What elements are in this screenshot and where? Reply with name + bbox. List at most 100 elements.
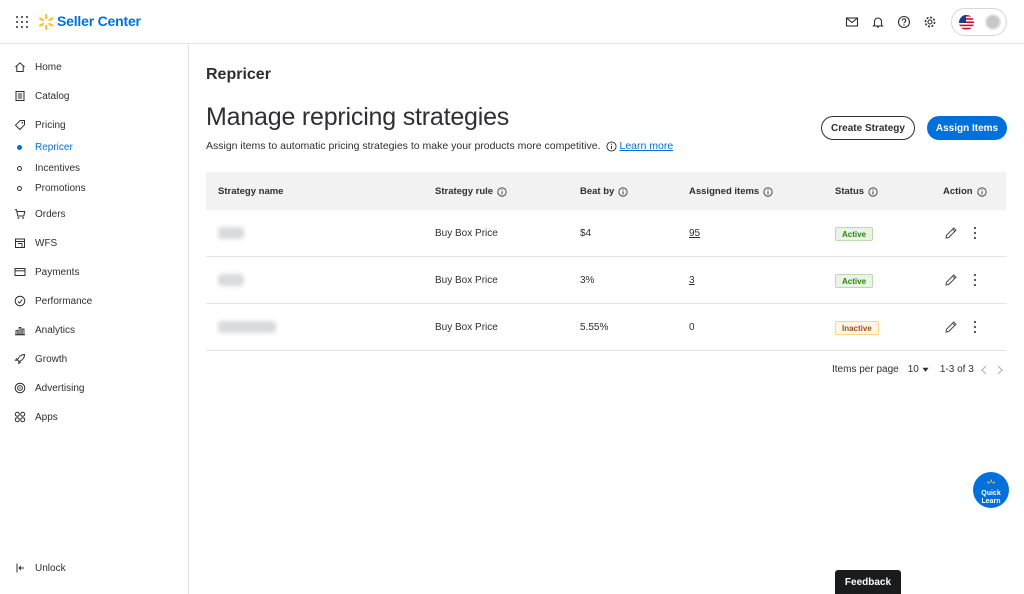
brand-name[interactable]: Seller Center bbox=[57, 13, 141, 29]
sidebar-subitem-label: Incentives bbox=[35, 162, 81, 174]
us-flag-icon bbox=[959, 15, 974, 30]
target-icon bbox=[14, 382, 26, 394]
strategies-table: Strategy name Strategy rule Beat by Assi… bbox=[206, 172, 1006, 351]
sidebar-item-label: Performance bbox=[35, 295, 93, 307]
bar-chart-icon bbox=[14, 324, 26, 336]
info-icon[interactable] bbox=[763, 186, 773, 197]
quick-learn-line1: Quick bbox=[981, 489, 1001, 497]
pencil-icon[interactable] bbox=[944, 320, 958, 334]
sidebar-item-catalog[interactable]: Catalog bbox=[14, 87, 69, 105]
column-header-assigned-items: Assigned items bbox=[689, 186, 773, 197]
page-heading: Manage repricing strategies bbox=[206, 103, 510, 131]
column-header-action: Action bbox=[943, 186, 987, 197]
page-subtext: Assign items to automatic pricing strate… bbox=[206, 140, 673, 152]
sidebar-item-analytics[interactable]: Analytics bbox=[14, 321, 75, 339]
card-icon bbox=[14, 266, 26, 278]
sidebar-item-growth[interactable]: Growth bbox=[14, 350, 67, 368]
apps-icon bbox=[14, 411, 26, 423]
strategy-rule-cell: Buy Box Price bbox=[435, 322, 498, 333]
sidebar: Home Catalog Pricing Repricer Incentives… bbox=[0, 44, 189, 594]
gear-icon[interactable] bbox=[923, 15, 937, 29]
column-header-strategy-rule: Strategy rule bbox=[435, 186, 507, 197]
sidebar-item-label: Payments bbox=[35, 266, 80, 278]
table-row: Buy Box Price 5.55% 0 Inactive bbox=[206, 304, 1006, 351]
info-icon[interactable] bbox=[868, 186, 878, 197]
sidebar-unlock[interactable]: Unlock bbox=[14, 559, 66, 577]
tag-icon bbox=[14, 119, 26, 131]
status-badge: Active bbox=[835, 274, 874, 288]
create-strategy-button[interactable]: Create Strategy bbox=[821, 116, 915, 140]
items-per-page-value: 10 bbox=[907, 364, 919, 375]
page-title: Repricer bbox=[206, 66, 271, 83]
sidebar-item-advertising[interactable]: Advertising bbox=[14, 379, 84, 397]
sidebar-item-label: Growth bbox=[35, 353, 68, 365]
top-bar: Seller Center bbox=[0, 0, 1024, 44]
sidebar-item-apps[interactable]: Apps bbox=[14, 408, 58, 426]
walmart-spark-icon bbox=[39, 13, 54, 31]
unlock-label: Unlock bbox=[35, 562, 66, 574]
strategy-name-redacted[interactable] bbox=[218, 321, 276, 333]
assigned-items-link[interactable]: 3 bbox=[689, 275, 695, 286]
learn-more-link[interactable]: Learn more bbox=[620, 140, 674, 152]
app-grid-icon[interactable] bbox=[16, 16, 28, 28]
table-header: Strategy name Strategy rule Beat by Assi… bbox=[206, 172, 1006, 210]
table-row: Buy Box Price 3% 3 Active bbox=[206, 257, 1006, 304]
chevron-right-icon[interactable] bbox=[996, 365, 1004, 375]
avatar bbox=[985, 14, 1001, 30]
more-vertical-icon[interactable] bbox=[972, 273, 978, 287]
rocket-icon bbox=[14, 353, 26, 365]
sidebar-item-wfs[interactable]: WFS bbox=[14, 234, 57, 252]
more-vertical-icon[interactable] bbox=[972, 226, 978, 240]
sidebar-item-label: WFS bbox=[35, 237, 58, 249]
column-header-beat-by: Beat by bbox=[580, 186, 628, 197]
pagination: Items per page 10 1-3 of 3 bbox=[832, 364, 1004, 375]
more-vertical-icon[interactable] bbox=[972, 320, 978, 334]
info-icon[interactable] bbox=[605, 140, 617, 152]
home-icon bbox=[14, 61, 26, 73]
chevron-left-icon[interactable] bbox=[980, 365, 988, 375]
assign-items-button[interactable]: Assign Items bbox=[927, 116, 1007, 140]
pencil-icon[interactable] bbox=[944, 273, 958, 287]
column-header-status: Status bbox=[835, 186, 878, 197]
sidebar-item-label: Advertising bbox=[35, 382, 85, 394]
items-per-page-label: Items per page bbox=[832, 364, 899, 375]
strategy-name-redacted[interactable] bbox=[218, 227, 244, 239]
help-icon[interactable] bbox=[897, 15, 911, 29]
table-row: Buy Box Price $4 95 Active bbox=[206, 210, 1006, 257]
bell-icon[interactable] bbox=[871, 15, 885, 29]
sidebar-subitem-promotions[interactable]: Promotions bbox=[17, 180, 86, 196]
locale-account-switcher[interactable] bbox=[951, 8, 1007, 36]
info-icon[interactable] bbox=[497, 186, 507, 197]
pencil-icon[interactable] bbox=[944, 226, 958, 240]
sidebar-item-orders[interactable]: Orders bbox=[14, 205, 66, 223]
beat-by-cell: $4 bbox=[580, 228, 592, 239]
gauge-icon bbox=[14, 295, 26, 307]
mail-icon[interactable] bbox=[845, 15, 859, 29]
sidebar-item-payments[interactable]: Payments bbox=[14, 263, 79, 281]
strategy-rule-cell: Buy Box Price bbox=[435, 275, 498, 286]
info-icon[interactable] bbox=[976, 186, 987, 197]
beat-by-cell: 3% bbox=[580, 275, 595, 286]
sidebar-item-home[interactable]: Home bbox=[14, 58, 62, 76]
beat-by-cell: 5.55% bbox=[580, 322, 609, 333]
warehouse-icon bbox=[14, 237, 26, 249]
info-icon[interactable] bbox=[618, 186, 628, 197]
assigned-items-cell: 0 bbox=[689, 322, 695, 333]
quick-learn-button[interactable]: Quick Learn bbox=[973, 472, 1009, 508]
sidebar-subitem-incentives[interactable]: Incentives bbox=[17, 160, 80, 176]
catalog-icon bbox=[14, 90, 26, 102]
sidebar-item-performance[interactable]: Performance bbox=[14, 292, 92, 310]
sidebar-item-label: Orders bbox=[35, 208, 66, 220]
sidebar-subitem-repricer[interactable]: Repricer bbox=[17, 139, 73, 155]
column-header-strategy-name: Strategy name bbox=[218, 186, 284, 197]
status-badge: Inactive bbox=[835, 321, 879, 335]
walmart-spark-icon bbox=[987, 479, 996, 484]
sidebar-item-label: Pricing bbox=[35, 119, 66, 131]
assigned-items-link[interactable]: 95 bbox=[689, 228, 700, 239]
sidebar-item-pricing[interactable]: Pricing bbox=[14, 116, 66, 134]
items-per-page-select[interactable]: 10 bbox=[908, 364, 930, 375]
strategy-name-redacted[interactable] bbox=[218, 274, 244, 286]
status-badge: Active bbox=[835, 227, 874, 241]
sidebar-item-label: Analytics bbox=[35, 324, 76, 336]
feedback-button[interactable]: Feedback bbox=[835, 570, 901, 594]
